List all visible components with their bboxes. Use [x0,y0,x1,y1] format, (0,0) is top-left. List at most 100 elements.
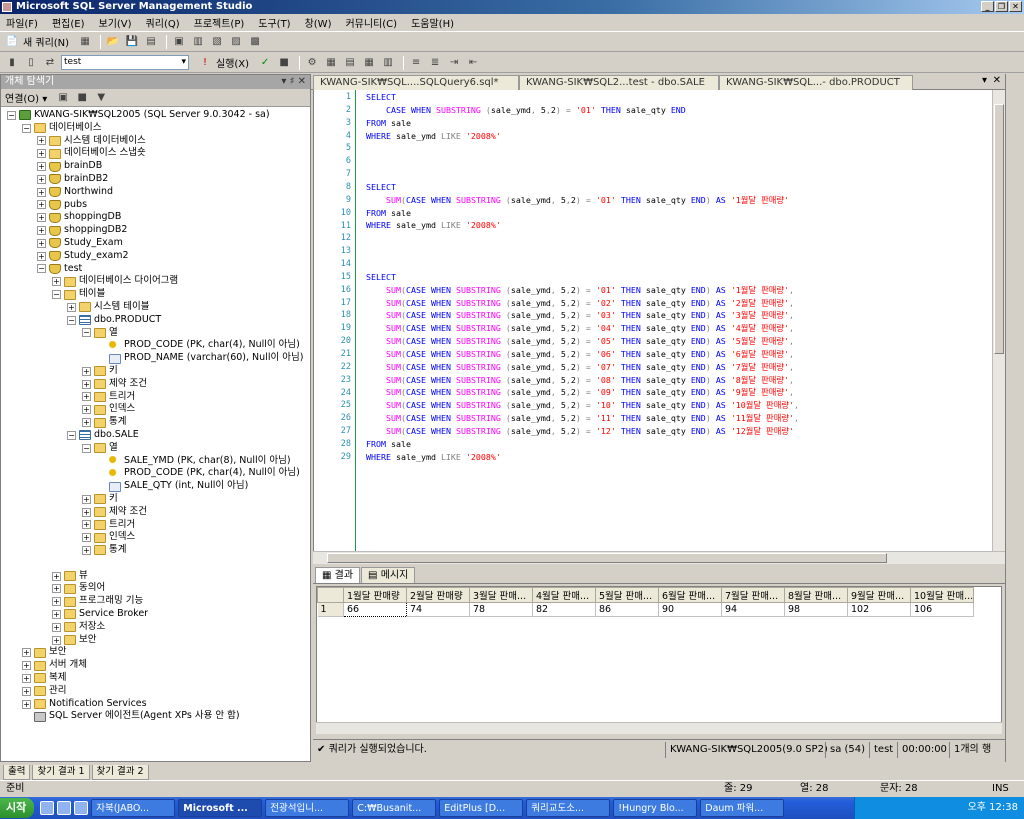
tab-find-results-1[interactable]: 찾기 결과 1 [32,765,90,780]
close-button[interactable]: ✕ [1009,1,1022,12]
editor-vertical-scrollbar[interactable] [992,90,1005,551]
expand-icon[interactable]: + [37,174,46,184]
table-cell[interactable]: 86 [595,602,659,617]
tree-node[interactable]: + Northwind [1,186,310,199]
collapse-icon[interactable]: − [22,123,31,133]
expand-icon[interactable]: + [37,226,46,236]
open-file-icon[interactable]: 📂 [105,35,121,49]
save-all-icon[interactable]: ▤ [143,35,159,49]
table-cell[interactable]: 98 [784,602,848,617]
tree-node[interactable]: + 프로그래밍 기능 [1,595,310,608]
tree-node[interactable]: − test [1,263,310,276]
menu-item-1[interactable]: 편집(E) [52,15,85,30]
scroll-thumb[interactable] [994,104,1004,354]
taskbar-item[interactable]: Daum 파워... [700,799,785,817]
tree-node[interactable]: SALE_QTY (int, Null이 아님) [1,480,310,493]
expand-icon[interactable]: + [22,661,31,671]
results-grid[interactable]: 1월달 판매량 2월달 판매량 3월달 판매... 4월달 판매... 5월달 판매..… [316,586,1002,734]
expand-icon[interactable]: + [37,251,46,261]
column-header[interactable]: 9월달 판매... [847,587,911,603]
column-header[interactable]: 2월달 판매량 [406,587,470,603]
stop-icon[interactable]: ■ [74,91,90,105]
tab-product[interactable]: KWANG-SIK₩SQL...- dbo.PRODUCT [719,75,913,90]
taskbar-item[interactable]: EditPlus [D... [439,799,524,817]
table-cell[interactable]: 74 [406,602,470,617]
collapse-icon[interactable]: − [37,264,46,274]
tree-node[interactable]: + 트리거 [1,391,310,404]
expand-icon[interactable]: + [37,213,46,223]
column-header[interactable]: 6월달 판매... [658,587,722,603]
disconnect-icon[interactable]: ▯ [23,56,39,70]
tab-messages[interactable]: ▤ 메시지 [361,567,416,583]
expand-icon[interactable]: + [82,366,91,376]
tab-close-icon[interactable]: ✕ [993,75,1001,86]
tree-node[interactable]: + pubs [1,199,310,212]
template-explorer-icon[interactable]: ▧ [209,35,225,49]
tree-node[interactable]: PROD_CODE (PK, char(4), Null이 아님) [1,467,310,480]
expand-icon[interactable]: + [82,392,91,402]
tree-node[interactable]: + brainDB [1,160,310,173]
results-to-text-icon[interactable]: ▤ [342,56,358,70]
table-cell[interactable]: 90 [658,602,722,617]
collapse-icon[interactable]: − [82,443,91,453]
table-cell[interactable]: 66 [343,602,407,617]
properties-sidebar[interactable] [1005,74,1024,762]
results-to-grid-icon[interactable]: ▦ [361,56,377,70]
sql-editor[interactable]: 1 2 3 4 5 6 7 8 9 10 11 12 13 14 15 16 17 18 19 20 21 22 23 24 2… [313,90,1005,551]
tab-find-results-2[interactable]: 찾기 결과 2 [91,765,149,780]
execute-button[interactable]: 실행(X) [216,55,249,70]
column-header[interactable]: 5월달 판매... [595,587,659,603]
tab-menu-icon[interactable]: ▾ [982,75,987,86]
execute-icon[interactable]: ! [197,56,213,70]
table-cell[interactable]: 78 [469,602,533,617]
tree-node[interactable]: − dbo.SALE [1,429,310,442]
taskbar-item[interactable]: !Hungry Blo... [613,799,698,817]
tab-output[interactable]: 출력 [3,765,31,780]
taskbar-item[interactable]: Microsoft ... [178,799,263,817]
tree-node[interactable]: − KWANG-SIK₩SQL2005 (SQL Server 9.0.3042 … [1,109,310,122]
tree-node[interactable]: + Service Broker [1,608,310,621]
tree-node[interactable]: − 열 [1,442,310,455]
menu-item-2[interactable]: 보기(V) [99,15,132,30]
table-cell[interactable]: 82 [532,602,596,617]
taskbar-item[interactable]: 자북(JABO... [91,799,176,817]
expand-icon[interactable]: + [52,635,61,645]
tree-node[interactable]: + 관리 [1,685,310,698]
quick-launch-browser-icon[interactable] [74,801,89,815]
tree-node[interactable]: + 제약 조건 [1,506,310,519]
filter-icon[interactable]: ▼ [93,91,109,105]
menu-item-4[interactable]: 프로젝트(P) [194,15,245,30]
tree-node[interactable]: + 데이터베이스 스냅숏 [1,147,310,160]
connect-icon[interactable]: ▮ [4,56,20,70]
tree-node[interactable]: − dbo.PRODUCT [1,314,310,327]
mdx-query-icon[interactable]: ▦ [77,35,93,49]
expand-icon[interactable]: + [37,162,46,172]
display-plan-icon[interactable]: ⚙ [304,56,320,70]
column-header[interactable]: 4월달 판매... [532,587,596,603]
column-header[interactable]: 1월달 판매량 [343,587,407,603]
tab-results[interactable]: ▦ 결과 [315,567,361,583]
table-row[interactable]: 1 66 74 78 82 86 90 94 98 102 106 [317,602,974,617]
tree-node[interactable]: + 통계 [1,416,310,429]
tree-node[interactable]: + shoppingDB2 [1,224,310,237]
table-cell[interactable]: 94 [721,602,785,617]
menu-item-0[interactable]: 파일(F) [6,15,38,30]
tree-node[interactable]: + 키 [1,365,310,378]
database-select[interactable]: test [61,55,189,70]
tree-node[interactable]: + 서버 개체 [1,659,310,672]
collapse-icon[interactable]: − [52,290,61,300]
new-query-button[interactable]: 새 쿼리(N) [23,34,69,49]
expand-icon[interactable]: + [82,533,91,543]
expand-icon[interactable]: + [82,520,91,530]
taskbar-item[interactable]: 전광석입니... [265,799,350,817]
column-header[interactable]: 3월달 판매... [469,587,533,603]
expand-icon[interactable]: + [52,622,61,632]
table-cell[interactable]: 106 [910,602,974,617]
tree-node[interactable]: + 키 [1,493,310,506]
indent-icon[interactable]: ⇥ [446,56,462,70]
cancel-execute-icon[interactable]: ■ [276,56,292,70]
minimize-button[interactable]: _ [981,1,994,12]
table-cell[interactable]: 102 [847,602,911,617]
tree-node[interactable]: + 동의어 [1,582,310,595]
parse-icon[interactable]: ✓ [257,56,273,70]
